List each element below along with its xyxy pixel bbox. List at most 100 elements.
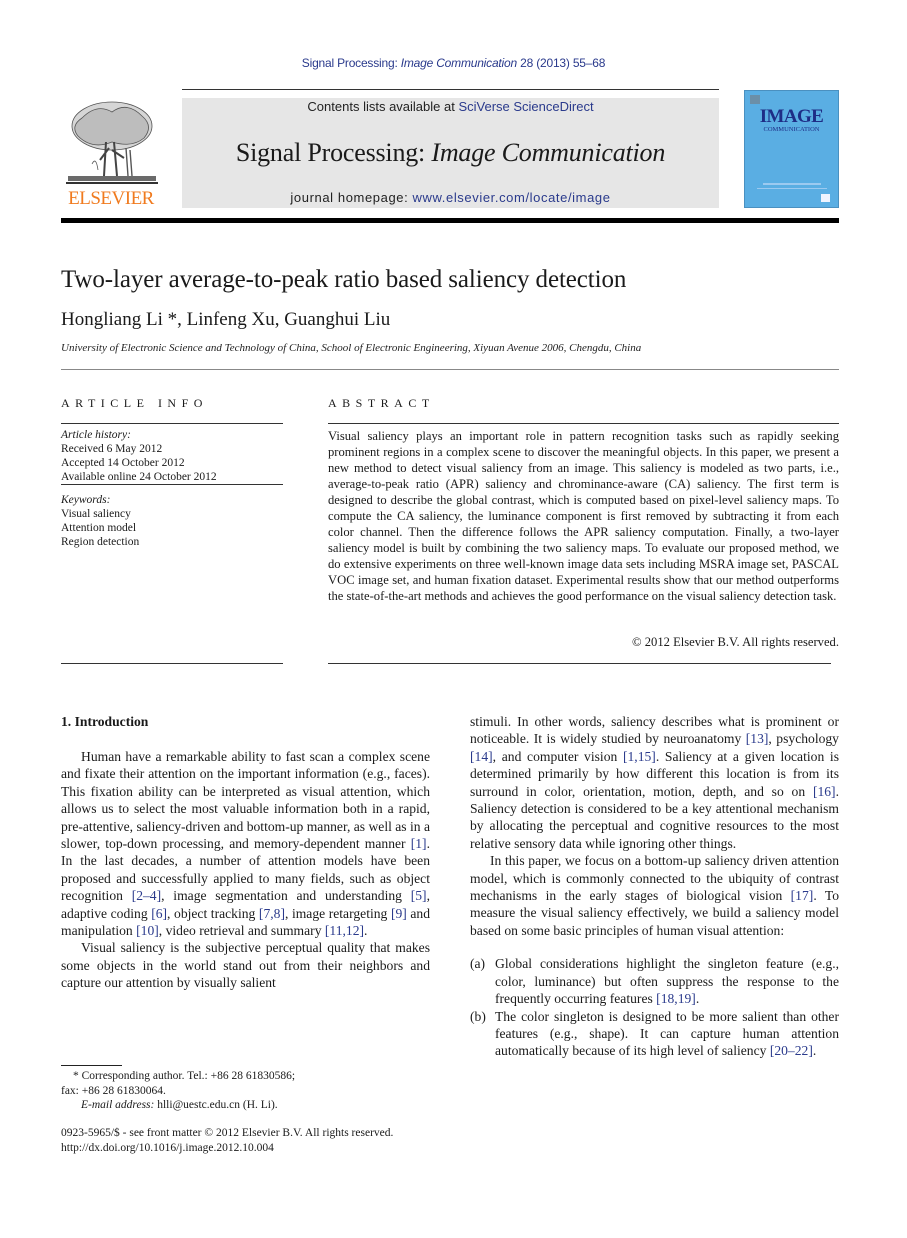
body-text: Human have a remarkable ability to fast … xyxy=(61,749,431,852)
citation-link[interactable]: [1,15] xyxy=(623,749,656,764)
body-text: , object tracking xyxy=(167,905,259,921)
contents-line: Contents lists available at SciVerse Sci… xyxy=(182,99,719,114)
citation-link[interactable]: [20–22] xyxy=(770,1043,813,1058)
masthead-box: Contents lists available at SciVerse Sci… xyxy=(182,98,719,208)
history-received: Received 6 May 2012 xyxy=(61,443,163,455)
sciencedirect-link[interactable]: SciVerse ScienceDirect xyxy=(458,99,593,114)
citation-link[interactable]: [18,19] xyxy=(656,991,696,1006)
article-history-label: Article history: xyxy=(61,429,131,441)
citation-link[interactable]: [13] xyxy=(746,731,769,746)
citation-link[interactable]: [2–4] xyxy=(132,888,161,903)
body-text: , and computer vision xyxy=(492,748,623,764)
cover-subtitle: COMMUNICATION xyxy=(763,126,820,133)
body-column-left: Human have a remarkable ability to fast … xyxy=(61,748,430,992)
paragraph: stimuli. In other words, saliency descri… xyxy=(470,713,839,852)
homepage-line: journal homepage: www.elsevier.com/locat… xyxy=(182,190,719,205)
journal-homepage-link[interactable]: www.elsevier.com/locate/image xyxy=(413,190,611,205)
keywords-label: Keywords: xyxy=(61,494,111,506)
title-divider xyxy=(61,369,839,370)
history-online: Available online 24 October 2012 xyxy=(61,471,217,483)
body-text: . xyxy=(812,1043,817,1059)
citation-link[interactable]: [11,12] xyxy=(325,923,364,938)
principles-list: (a) Global considerations highlight the s… xyxy=(470,955,839,1059)
article-info-heading: ARTICLE INFO xyxy=(61,396,208,410)
body-text: . xyxy=(695,991,700,1007)
list-item: (a) Global considerations highlight the s… xyxy=(470,955,839,1007)
body-text: , video retrieval and summary xyxy=(158,923,325,939)
citation-link[interactable]: [7,8] xyxy=(259,906,285,921)
citation-link[interactable]: [16] xyxy=(813,784,836,799)
keyword: Visual saliency xyxy=(61,508,131,520)
citation-link[interactable]: [1] xyxy=(411,836,427,851)
elsevier-wordmark: ELSEVIER xyxy=(68,188,154,209)
paragraph: Visual saliency is the subjective percep… xyxy=(61,939,430,991)
citation-link[interactable]: [17] xyxy=(791,888,814,903)
paragraph: Human have a remarkable ability to fast … xyxy=(61,748,430,939)
contents-prefix: Contents lists available at xyxy=(307,99,459,114)
running-header[interactable]: Signal Processing: Image Communication 2… xyxy=(0,56,907,70)
history-accepted: Accepted 14 October 2012 xyxy=(61,457,185,469)
citation-link[interactable]: [9] xyxy=(391,906,407,921)
footnote-email: E-mail address: hlli@uestc.edu.cn (H. Li… xyxy=(61,1098,441,1113)
masthead-top-rule xyxy=(182,89,719,90)
list-item: (b) The color singleton is designed to be… xyxy=(470,1008,839,1060)
running-header-volume: 28 (2013) 55–68 xyxy=(516,56,606,70)
journal-title-plain: Signal Processing: xyxy=(235,138,432,167)
keyword: Region detection xyxy=(61,536,140,548)
doi-link[interactable]: http://dx.doi.org/10.1016/j.image.2012.1… xyxy=(61,1141,441,1156)
masthead-bottom-rule xyxy=(61,218,839,223)
cover-elsevier-icon xyxy=(750,95,760,104)
keyword: Attention model xyxy=(61,522,137,534)
list-label: (a) xyxy=(470,956,486,972)
keywords: Keywords: Visual saliency Attention mode… xyxy=(61,493,283,549)
abstract-copyright: © 2012 Elsevier B.V. All rights reserved… xyxy=(632,635,839,649)
email-label: E-mail address: xyxy=(81,1099,155,1111)
list-text: The color singleton is designed to be mo… xyxy=(495,1008,839,1060)
journal-title-italic: Image Communication xyxy=(431,138,666,167)
citation-link[interactable]: [14] xyxy=(470,749,493,764)
affiliation: University of Electronic Science and Tec… xyxy=(61,342,642,354)
article-info-bottom-rule xyxy=(61,663,283,664)
elsevier-logo[interactable]: ELSEVIER xyxy=(62,98,160,208)
citation-link[interactable]: [5] xyxy=(411,888,427,903)
body-text: , psychology xyxy=(768,731,839,747)
running-header-journal: Signal Processing: xyxy=(301,56,401,70)
journal-cover[interactable]: IMAGE COMMUNICATION xyxy=(744,90,839,208)
cover-caption-line xyxy=(763,183,821,185)
body-text: Visual saliency is the subjective percep… xyxy=(61,940,430,991)
author-list: Hongliang Li *, Linfeng Xu, Guanghui Liu xyxy=(61,309,391,330)
cover-badge-icon xyxy=(821,194,830,202)
article-info-rule xyxy=(61,484,283,485)
journal-title: Signal Processing: Image Communication xyxy=(182,138,719,168)
body-text: , image segmentation and understanding xyxy=(161,888,411,904)
footnote-fax: fax: +86 28 61830064. xyxy=(61,1084,166,1097)
body-column-right: stimuli. In other words, saliency descri… xyxy=(470,713,839,1060)
paragraph: In this paper, we focus on a bottom-up s… xyxy=(470,852,839,939)
issn-line: 0923-5965/$ - see front matter © 2012 El… xyxy=(61,1127,394,1139)
body-text: . xyxy=(364,923,368,939)
running-header-journal-italic: Image Communication xyxy=(400,56,517,70)
cover-caption-line xyxy=(757,188,827,189)
abstract-heading: ABSTRACT xyxy=(328,396,435,410)
email-value[interactable]: hlli@uestc.edu.cn (H. Li). xyxy=(154,1099,277,1111)
abstract-text: Visual saliency plays an important role … xyxy=(328,429,839,603)
citation-link[interactable]: [6] xyxy=(151,906,167,921)
body-text: , image retargeting xyxy=(284,905,391,921)
list-label: (b) xyxy=(470,1008,486,1024)
body-text: In this paper, we focus on a bottom-up s… xyxy=(470,853,839,904)
footnotes: * Corresponding author. Tel.: +86 28 618… xyxy=(61,1069,441,1113)
abstract-bottom-rule xyxy=(328,663,831,664)
paper-title: Two-layer average-to-peak ratio based sa… xyxy=(61,266,627,293)
section-heading-introduction: 1. Introduction xyxy=(61,714,149,729)
citation-link[interactable]: [10] xyxy=(136,923,159,938)
article-history: Article history: Received 6 May 2012 Acc… xyxy=(61,428,283,484)
list-text: Global considerations highlight the sing… xyxy=(495,955,839,1007)
footnote-rule xyxy=(61,1065,122,1066)
elsevier-tree-icon xyxy=(66,101,158,184)
homepage-prefix: journal homepage: xyxy=(290,190,413,205)
footnote-corresponding: * Corresponding author. Tel.: +86 28 618… xyxy=(73,1070,296,1082)
article-info-rule xyxy=(61,423,283,424)
abstract-rule xyxy=(328,423,839,424)
cover-title: IMAGE xyxy=(759,106,824,127)
footer-info: 0923-5965/$ - see front matter © 2012 El… xyxy=(61,1126,441,1155)
